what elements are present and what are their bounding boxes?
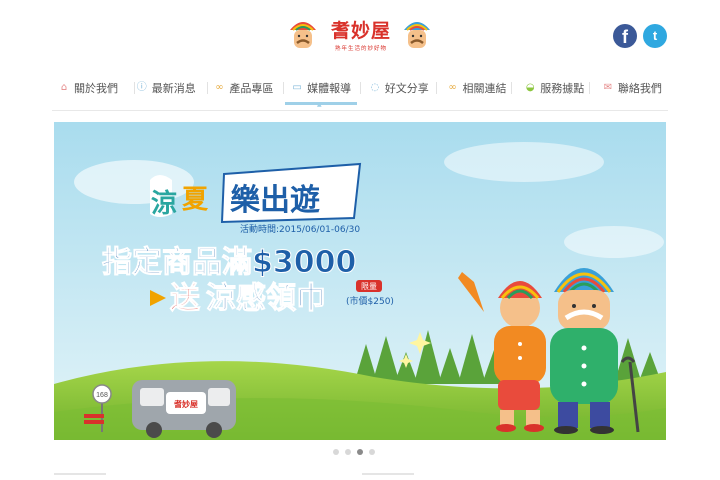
banner-artwork: 168 耆妙屋 涼 夏 樂出遊 活動時間:2015/06/01-06/30 指定…: [54, 122, 666, 440]
facebook-icon[interactable]: f: [613, 24, 637, 48]
car-icon: ◒: [525, 82, 535, 93]
offer-line-1: 指定商品滿$3000: [102, 245, 356, 280]
nav-item-locations[interactable]: ◒ 服務據點: [518, 72, 590, 104]
promo-banner[interactable]: 168 耆妙屋 涼 夏 樂出遊 活動時間:2015/06/01-06/30 指定…: [54, 122, 666, 440]
nav-divider: [511, 82, 512, 94]
nav-item-articles[interactable]: ◌ 好文分享: [363, 72, 435, 104]
elder-face-logo-icon: [404, 22, 430, 48]
event-period: 活動時間:2015/06/01-06/30: [240, 223, 360, 235]
nav-divider: [283, 82, 284, 94]
twitter-icon[interactable]: t: [643, 24, 667, 48]
offer-gift-verb: 送: [170, 281, 200, 316]
nav-divider: [589, 82, 590, 94]
nav-item-label: 產品專區: [229, 82, 274, 95]
carousel-indicators: [333, 449, 375, 455]
nav-item-products[interactable]: ∞ 產品專區: [207, 72, 279, 104]
limited-badge: 限量: [361, 282, 377, 291]
camera-icon: ▭: [292, 82, 302, 93]
elder-face-logo-icon: [290, 22, 316, 48]
mail-icon: ✉: [603, 82, 613, 93]
chat-icon: ◌: [370, 82, 380, 93]
nav-item-about[interactable]: ⌂ 關於我們: [52, 72, 124, 104]
carousel-dot[interactable]: [369, 449, 375, 455]
logo-text: 耆妙屋: [330, 20, 391, 42]
nav-item-label: 聯絡我們: [617, 82, 662, 95]
nav-underline: [52, 110, 668, 111]
carousel-dot[interactable]: [333, 449, 339, 455]
nav-item-contact[interactable]: ✉ 聯絡我們: [596, 72, 668, 104]
nav-item-label: 好文分享: [384, 82, 429, 95]
active-caret-icon: ▲: [317, 101, 322, 108]
home-icon: ⌂: [60, 82, 68, 93]
nav-divider: [436, 82, 437, 94]
glasses-icon: ∞: [215, 82, 224, 93]
nav-item-links[interactable]: ∞ 相關連結: [441, 72, 513, 104]
nav-divider: [134, 82, 135, 94]
title-main: 樂出遊: [230, 183, 320, 218]
carousel-dot-active[interactable]: [357, 449, 363, 455]
info-icon: ⓘ: [136, 82, 147, 93]
section-divider: [54, 473, 106, 475]
nav-item-label: 相關連結: [462, 82, 507, 95]
nav-divider: [207, 82, 208, 94]
site-logo[interactable]: 耆妙屋 熟年生活的妙好物: [286, 14, 434, 58]
nav-divider: [360, 82, 361, 94]
carousel-dot[interactable]: [345, 449, 351, 455]
nav-item-news[interactable]: ⓘ 最新消息: [130, 72, 202, 104]
nav-item-label: 關於我們: [74, 82, 118, 95]
nav-item-media[interactable]: ▭ 媒體報導: [285, 72, 358, 105]
bus-stop-number: 168: [96, 392, 108, 399]
title-char-1: 涼: [151, 189, 177, 219]
logo-tagline: 熟年生活的妙好物: [334, 46, 387, 52]
nav-item-label: 媒體報導: [307, 82, 352, 95]
link-icon: ∞: [448, 82, 457, 93]
bus-brand-text: 耆妙屋: [174, 399, 198, 409]
offer-gift-item: 涼感領巾: [206, 281, 326, 316]
market-price: (市價$250): [346, 295, 394, 307]
title-char-2: 夏: [182, 185, 209, 215]
nav-item-label: 服務據點: [540, 82, 585, 95]
nav-item-label: 最新消息: [151, 82, 196, 95]
section-divider: [362, 473, 414, 475]
